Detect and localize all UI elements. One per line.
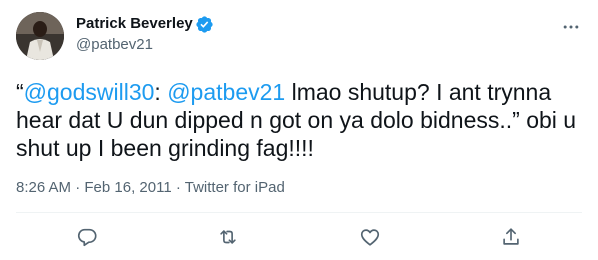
tweet-meta: 8:26 AM · Feb 16, 2011 · Twitter for iPa… xyxy=(16,178,285,198)
mention-link[interactable]: @godswill30 xyxy=(24,79,155,105)
meta-separator: · xyxy=(171,179,185,196)
verified-badge-icon xyxy=(195,15,214,34)
reply-button[interactable] xyxy=(74,224,100,250)
open-quote: “ xyxy=(16,79,24,105)
more-options-button[interactable] xyxy=(560,16,582,38)
retweet-icon xyxy=(220,230,236,244)
user-info: Patrick Beverley @patbev21 xyxy=(76,14,214,55)
divider xyxy=(16,212,582,213)
like-icon xyxy=(360,229,379,246)
like-button[interactable] xyxy=(357,224,383,250)
share-button[interactable] xyxy=(498,224,524,250)
display-name[interactable]: Patrick Beverley xyxy=(76,14,193,34)
name-row: Patrick Beverley xyxy=(76,14,214,34)
user-avatar-icon xyxy=(16,12,64,60)
user-handle[interactable]: @patbev21 xyxy=(76,35,214,55)
action-bar xyxy=(16,224,582,250)
avatar[interactable] xyxy=(16,12,64,60)
tweet-source[interactable]: Twitter for iPad xyxy=(185,179,285,196)
tweet-text-colon: : xyxy=(154,79,168,105)
meta-separator: · xyxy=(71,179,85,196)
tweet-card: Patrick Beverley @patbev21 “@godswill30:… xyxy=(0,0,598,260)
more-icon xyxy=(563,25,579,29)
share-icon xyxy=(503,228,519,245)
reply-icon xyxy=(77,228,97,247)
retweet-button[interactable] xyxy=(215,224,241,250)
tweet-time[interactable]: 8:26 AM xyxy=(16,179,71,196)
mention-link[interactable]: @patbev21 xyxy=(167,79,285,105)
tweet-text: “@godswill30: @patbev21 lmao shutup? I a… xyxy=(16,78,582,162)
tweet-date[interactable]: Feb 16, 2011 xyxy=(84,179,171,196)
